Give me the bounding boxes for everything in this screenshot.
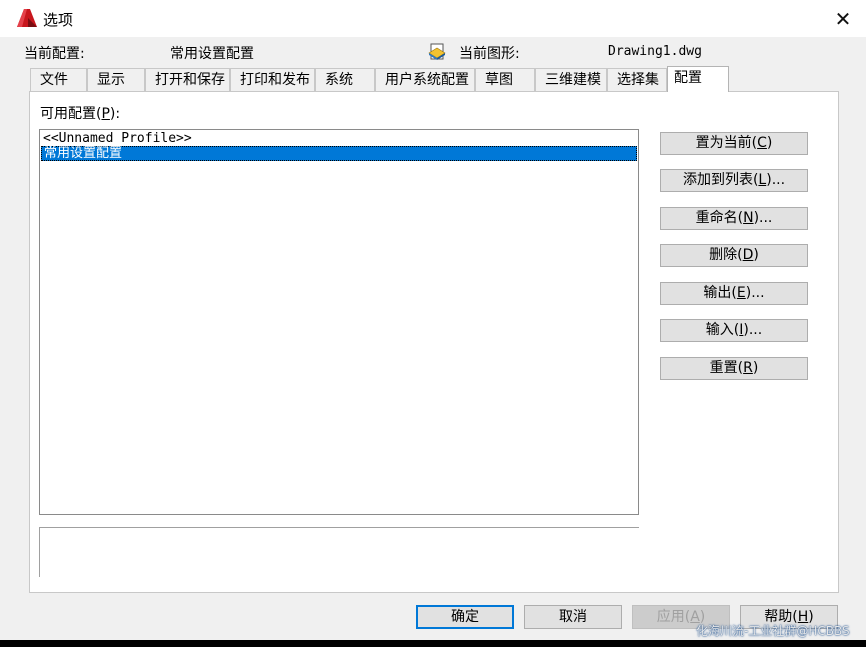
window-title: 选项 — [43, 11, 74, 29]
tab-display[interactable]: 显示 — [87, 68, 145, 91]
drawing-file-icon — [428, 43, 446, 60]
ok-button[interactable]: 确定 — [416, 605, 514, 629]
reset-button[interactable]: 重置(R) — [660, 357, 808, 380]
list-item-selected[interactable]: 常用设置配置 — [41, 146, 637, 161]
export-button[interactable]: 输出(E)... — [660, 282, 808, 305]
current-config-value: 常用设置配置 — [170, 46, 254, 62]
tab-system[interactable]: 系统 — [315, 68, 375, 91]
autocad-logo-icon — [17, 9, 37, 27]
available-profiles-label: 可用配置(P): — [40, 106, 121, 122]
tab-open-save[interactable]: 打开和保存 — [145, 68, 230, 91]
title-bar[interactable]: 选项 ✕ — [0, 0, 866, 37]
tab-user-preferences[interactable]: 用户系统配置 — [375, 68, 475, 91]
options-dialog: 选项 ✕ 当前配置: 常用设置配置 当前图形: Drawing1.dwg 文件 … — [0, 0, 866, 640]
close-icon: ✕ — [834, 6, 852, 31]
close-button[interactable]: ✕ — [820, 0, 866, 37]
tab-files[interactable]: 文件 — [30, 68, 87, 91]
current-config-label: 当前配置: — [24, 46, 85, 62]
tab-3d-modeling[interactable]: 三维建模 — [535, 68, 607, 91]
set-current-button[interactable]: 置为当前(C) — [660, 132, 808, 155]
rename-button[interactable]: 重命名(N)... — [660, 207, 808, 230]
profiles-listbox[interactable]: <<Unnamed Profile>> 常用设置配置 — [39, 129, 639, 515]
tab-plot-publish[interactable]: 打印和发布 — [230, 68, 315, 91]
tab-selection[interactable]: 选择集 — [607, 68, 667, 91]
watermark: 化海川流-工业社群@HCBBS — [696, 624, 850, 638]
tab-profiles[interactable]: 配置 — [667, 66, 729, 92]
cancel-button[interactable]: 取消 — [524, 605, 622, 629]
current-drawing-label: 当前图形: — [459, 46, 520, 62]
list-item[interactable]: <<Unnamed Profile>> — [41, 131, 637, 146]
delete-button[interactable]: 删除(D) — [660, 244, 808, 267]
profile-description-box — [39, 527, 639, 577]
tab-drafting[interactable]: 草图 — [475, 68, 535, 91]
add-to-list-button[interactable]: 添加到列表(L)... — [660, 169, 808, 192]
import-button[interactable]: 输入(I)... — [660, 319, 808, 342]
current-drawing-value: Drawing1.dwg — [608, 44, 702, 59]
